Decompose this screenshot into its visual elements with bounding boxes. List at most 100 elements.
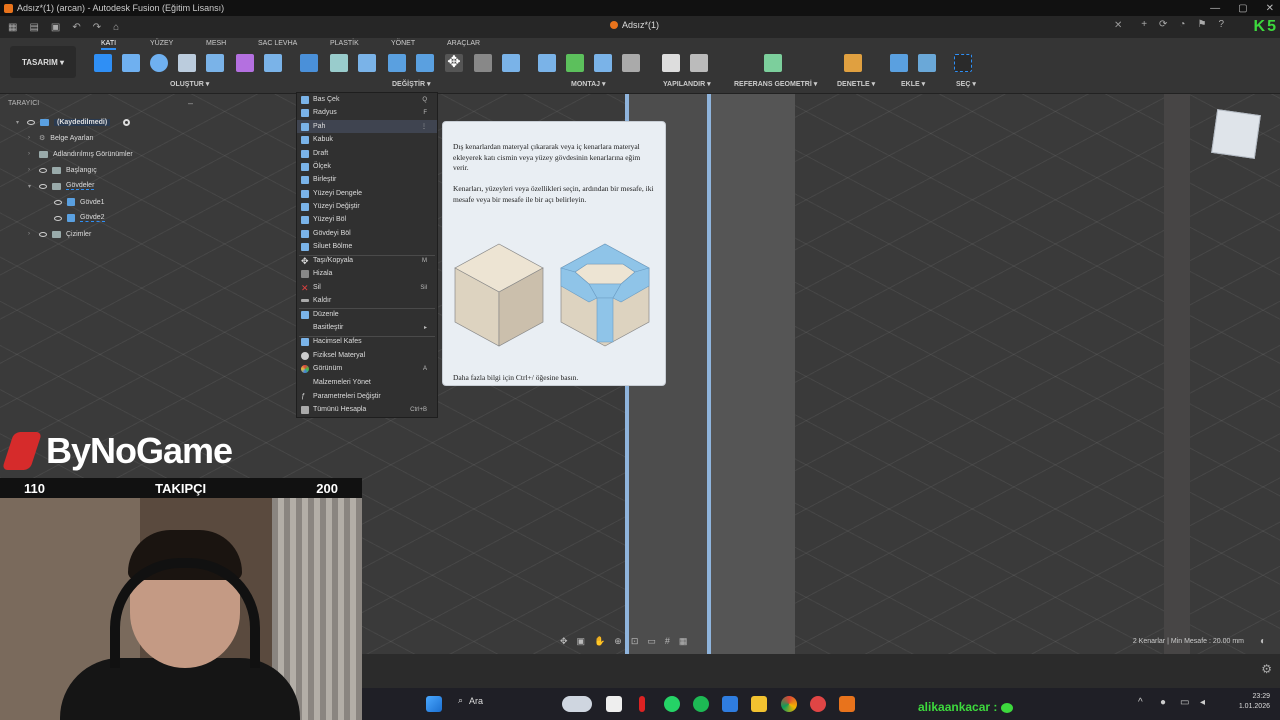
tab-mesh[interactable]: MESH [206, 40, 226, 47]
pattern-icon[interactable] [206, 54, 224, 72]
zoom-icon[interactable]: ⊕ [614, 636, 622, 647]
form-icon[interactable] [236, 54, 254, 72]
visibility-eye-icon[interactable] [27, 119, 35, 125]
visibility-eye-icon[interactable] [39, 231, 47, 237]
menu-item-options-icon[interactable]: ⋮ [421, 123, 427, 130]
fillet-icon[interactable] [330, 54, 348, 72]
taskbar-clock[interactable]: 23:29 1.01.2026 [1239, 692, 1270, 712]
group-sec[interactable]: SEÇ ▾ [956, 80, 976, 88]
menu-item-replace-face[interactable]: Yüzeyi Değiştir [297, 200, 437, 213]
menu-item-split-face[interactable]: Yüzeyi Böl [297, 213, 437, 226]
chamfer-icon[interactable] [358, 54, 376, 72]
assembly-tree-icon[interactable] [622, 54, 640, 72]
weather-widget-icon[interactable] [562, 696, 592, 712]
maximize-button[interactable]: ▢ [1238, 3, 1247, 14]
menu-item-press-pull[interactable]: Bas Çek Q [297, 93, 437, 106]
browser-item-bodies[interactable]: ▾ Gövdeler [28, 180, 95, 192]
menu-item-silhouette-split[interactable]: Siluet Bölme [297, 240, 437, 253]
create-sketch-icon[interactable] [94, 54, 112, 72]
expand-arrow-icon[interactable]: › [28, 231, 34, 237]
revolve-icon[interactable] [150, 54, 168, 72]
whatsapp-icon[interactable] [664, 696, 680, 712]
menu-item-split-body[interactable]: Gövdeyi Böl [297, 227, 437, 240]
menu-item-volumetric-lattice[interactable]: Hacimsel Kafes [297, 335, 437, 348]
menu-item-offset-face[interactable]: Yüzeyi Dengele [297, 187, 437, 200]
menu-item-move-copy[interactable]: ✥ Taşı/Kopyala M [297, 254, 437, 267]
construct-plane-icon[interactable] [764, 54, 782, 72]
browser-item-sketches[interactable]: › Çizimler [28, 228, 91, 240]
activate-radio-icon[interactable] [123, 118, 131, 126]
viewports-icon[interactable]: ▦ [679, 636, 688, 647]
browser-item-origin[interactable]: › Başlangıç [28, 164, 97, 176]
align-icon[interactable] [502, 54, 520, 72]
look-at-icon[interactable]: ▣ [577, 636, 586, 647]
taskbar-search[interactable]: ⌕ Ara [458, 695, 483, 706]
menu-item-simplify[interactable]: Basitleştir ▸ [297, 321, 437, 334]
menu-item-align[interactable]: Hizala [297, 267, 437, 280]
minimize-button[interactable]: — [1210, 3, 1220, 14]
hole-icon[interactable] [178, 54, 196, 72]
tray-chevron-icon[interactable]: ^ [1138, 697, 1143, 708]
menu-item-shell[interactable]: Kabuk [297, 133, 437, 146]
mirror-icon[interactable] [264, 54, 282, 72]
expand-arrow-icon[interactable]: › [28, 167, 34, 173]
expand-arrow-icon[interactable]: › [28, 151, 34, 157]
visibility-eye-icon[interactable] [39, 167, 47, 173]
shell-icon[interactable] [388, 54, 406, 72]
visibility-eye-icon[interactable] [54, 199, 62, 205]
browser-item-body2[interactable]: Gövde2 [54, 212, 105, 224]
group-yapilandir[interactable]: YAPILANDIR ▾ [663, 80, 711, 88]
fit-icon[interactable]: ⊡ [631, 636, 639, 647]
menu-item-physical-material[interactable]: Fiziksel Materyal [297, 349, 437, 362]
file-icon[interactable]: ▤ [29, 22, 38, 33]
notification-icon[interactable]: ⚑ [1197, 19, 1206, 30]
insert-image-icon[interactable] [918, 54, 936, 72]
chrome-icon[interactable] [781, 696, 797, 712]
collapse-arrow-icon[interactable]: ▾ [16, 119, 22, 126]
close-tab-icon[interactable]: ✕ [1114, 20, 1122, 31]
grid-menu-icon[interactable]: ▦ [8, 22, 17, 33]
as-built-joint-icon[interactable] [594, 54, 612, 72]
expand-arrow-icon[interactable]: › [28, 135, 34, 141]
menu-item-edit[interactable]: Düzenle [297, 308, 437, 321]
menu-item-scale[interactable]: Ölçek [297, 160, 437, 173]
windows-start-icon[interactable] [426, 696, 442, 712]
tab-yuzey[interactable]: YÜZEY [150, 40, 173, 47]
menu-item-combine[interactable]: Birleştir [297, 173, 437, 186]
grid-settings-icon[interactable]: # [665, 636, 670, 646]
outlook-icon[interactable] [722, 696, 738, 712]
browser-item-document-settings[interactable]: › ⚙ Belge Ayarları [28, 132, 94, 144]
menu-item-chamfer[interactable]: Pah ⋮ [297, 120, 437, 133]
browser-item-named-views[interactable]: › Adlandırılmış Görünümler [28, 148, 133, 160]
menu-item-compute-all[interactable]: Tümünü Hesapla Ctrl+B [297, 403, 437, 416]
move-icon[interactable]: ✥ [445, 54, 463, 72]
select-icon[interactable] [954, 54, 972, 72]
save-icon[interactable]: ▣ [51, 22, 60, 33]
menu-item-change-parameters[interactable]: ƒ Parametreleri Değiştir [297, 390, 437, 403]
group-montaj[interactable]: MONTAJ ▾ [571, 80, 606, 88]
app-icon-red[interactable] [639, 696, 645, 712]
home-icon[interactable]: ⌂ [113, 22, 119, 33]
browser-item-body1[interactable]: Gövde1 [54, 196, 105, 208]
fusion-taskbar-icon[interactable] [839, 696, 855, 712]
menu-item-fillet[interactable]: Radyus F [297, 106, 437, 119]
microphone-icon[interactable]: ● [1160, 697, 1166, 708]
undo-icon[interactable]: ↶ [72, 22, 80, 33]
insert-icon[interactable] [890, 54, 908, 72]
group-denetle[interactable]: DENETLE ▾ [837, 80, 875, 88]
pan-hand-icon[interactable]: ✋ [594, 636, 605, 647]
group-ekle[interactable]: EKLE ▾ [901, 80, 925, 88]
measure-icon[interactable] [844, 54, 862, 72]
redo-icon[interactable]: ↷ [93, 22, 101, 33]
new-tab-icon[interactable]: + [1141, 19, 1147, 30]
tab-yonet[interactable]: YÖNET [391, 40, 415, 47]
background-body-face[interactable] [1164, 94, 1190, 654]
tab-araclar[interactable]: ARAÇLAR [447, 40, 480, 47]
configure-table-icon[interactable] [690, 54, 708, 72]
menu-item-appearance[interactable]: Görünüm A [297, 362, 437, 375]
workspace-switcher[interactable]: TASARIM ▾ [10, 46, 76, 78]
network-icon[interactable]: ▭ [1180, 697, 1189, 708]
spotify-icon[interactable] [693, 696, 709, 712]
display-mode-icon[interactable]: ◐ [1260, 636, 1266, 647]
menu-item-delete[interactable]: ✕ Sil Sil [297, 281, 437, 294]
